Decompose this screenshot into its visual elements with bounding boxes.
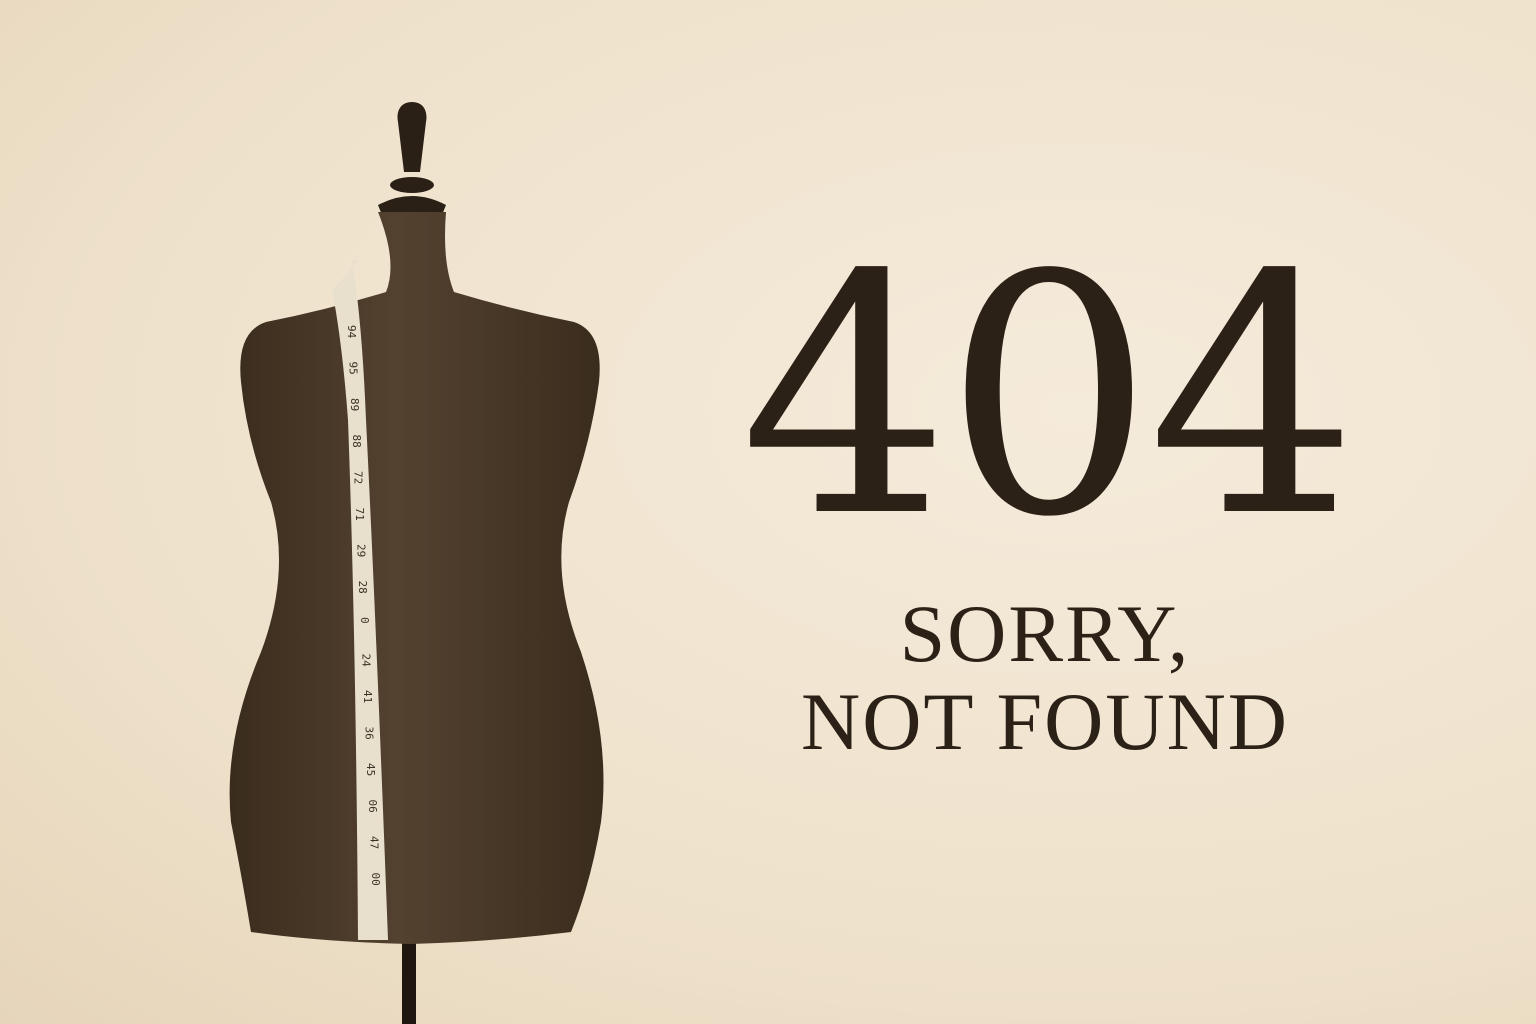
tape-mark: 41 [361, 690, 374, 703]
tape-mark: 45 [364, 763, 377, 776]
tape-mark: 88 [350, 435, 363, 448]
tape-mark: 89 [348, 398, 361, 411]
tape-mark: 72 [351, 471, 364, 484]
error-code: 404 [740, 205, 1358, 589]
tape-mark: 36 [363, 727, 376, 740]
finial [397, 102, 427, 172]
stand-pole [402, 930, 416, 1024]
error-message-line-1: SORRY, [899, 588, 1191, 679]
error-message-line-2: NOT FOUND [800, 676, 1290, 767]
tape-mark: 29 [355, 544, 368, 557]
tape-mark: 00 [369, 873, 382, 886]
mannequin-illustration: 94 95 89 88 72 71 29 28 0 24 41 36 45 06 47 00 [229, 102, 604, 1024]
torso [229, 212, 604, 944]
tape-mark: 06 [366, 800, 379, 813]
tape-mark: 95 [347, 362, 360, 375]
error-message: SORRY, NOT FOUND [700, 590, 1390, 766]
tape-mark: 47 [367, 836, 380, 849]
tape-mark: 94 [345, 325, 358, 339]
tape-mark: 0 [358, 617, 371, 624]
tape-mark: 28 [356, 581, 369, 594]
tape-mark: 71 [353, 508, 366, 521]
tape-mark: 24 [359, 654, 372, 668]
